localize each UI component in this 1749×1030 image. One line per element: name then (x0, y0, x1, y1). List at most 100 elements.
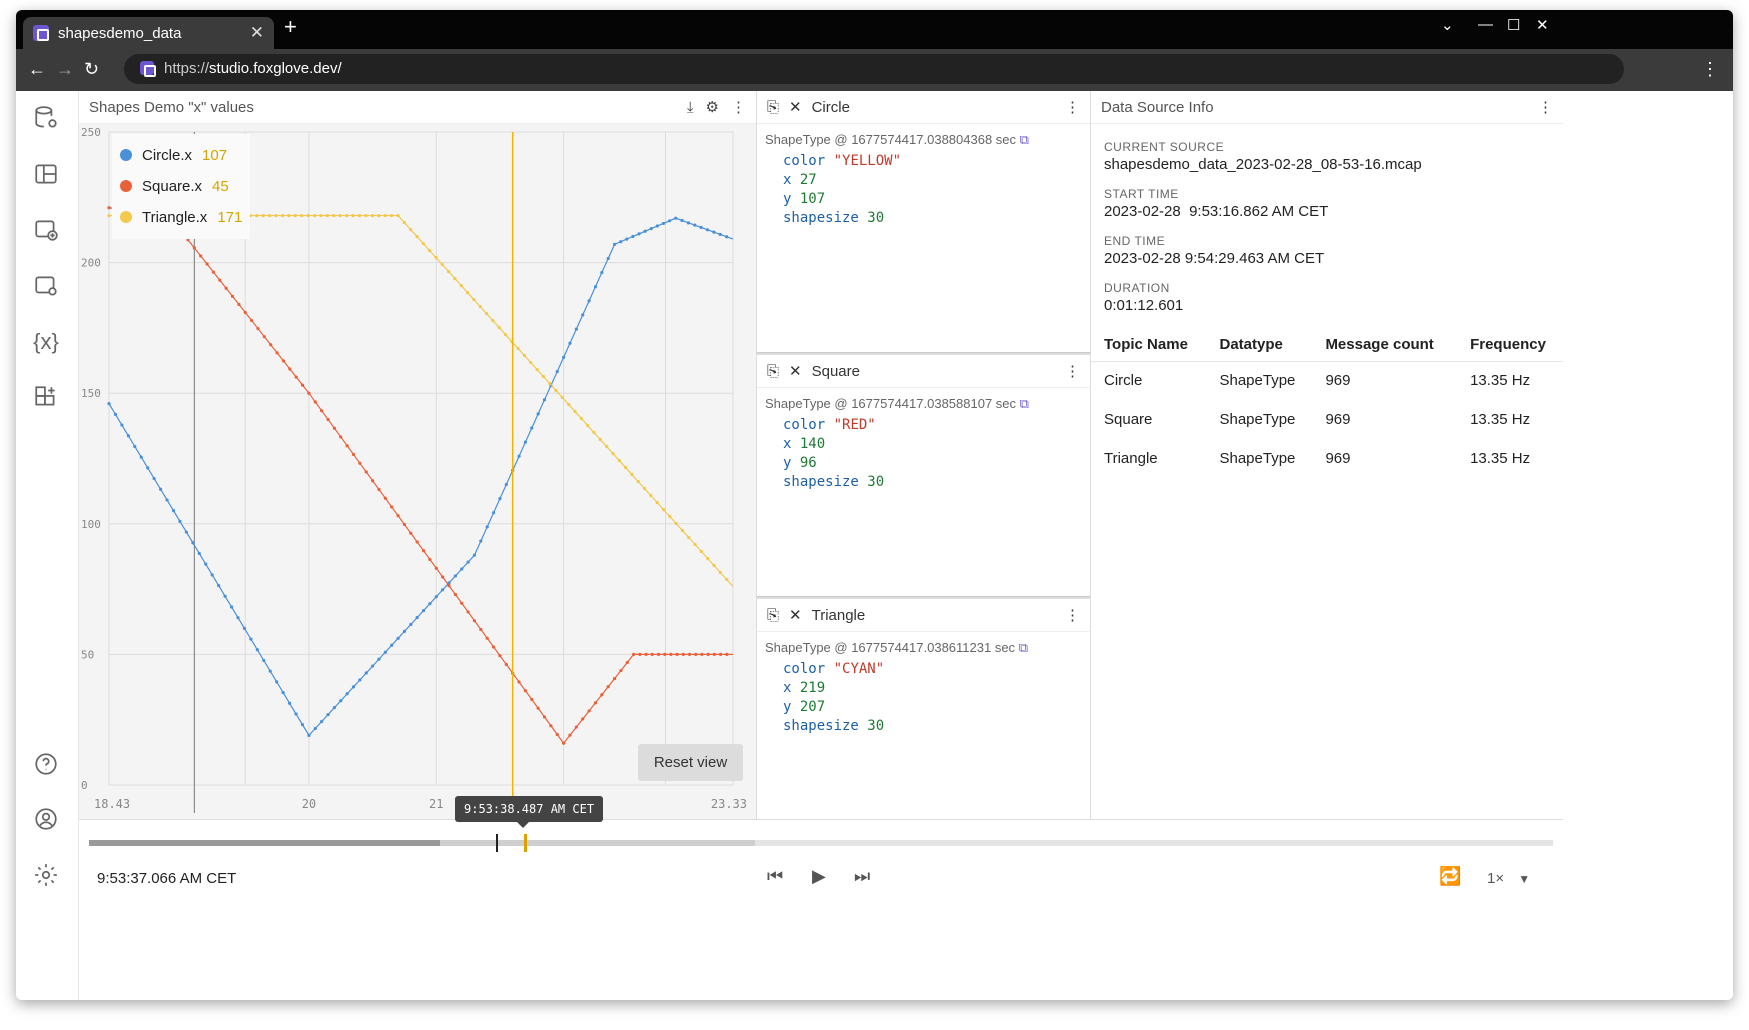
data-point (274, 213, 278, 218)
playhead-marker[interactable] (496, 834, 498, 852)
copy-icon[interactable]: ⎘ (767, 607, 779, 624)
data-point (541, 374, 546, 379)
data-point (491, 645, 496, 649)
seek-backward-icon[interactable]: ⏮ (767, 866, 783, 887)
panel-title: Data Source Info (1101, 98, 1214, 116)
data-point (453, 276, 457, 281)
data-point (262, 658, 266, 663)
data-point (313, 726, 317, 731)
data-point (472, 553, 477, 557)
playback-bar: 9:53:38.487 AM CET 9:53:37.066 AM CET ⏮ … (79, 796, 1563, 1000)
forward-icon[interactable]: → (56, 59, 74, 80)
data-point (498, 497, 502, 501)
legend-item-triangle[interactable]: Triangle.x 171 (120, 202, 242, 233)
panel-menu-icon[interactable]: ⋮ (1065, 606, 1080, 624)
data-point (237, 302, 241, 306)
collapse-icon[interactable]: ✕ (789, 98, 802, 116)
reset-view-button[interactable]: Reset view (638, 744, 743, 781)
topic-name[interactable]: Circle (812, 99, 1055, 116)
url-input[interactable]: https://studio.foxglove.dev/ (124, 54, 1624, 84)
data-point (377, 213, 381, 218)
timeline-scrubber[interactable] (89, 834, 1553, 852)
cell-count: 969 (1325, 372, 1351, 389)
topic-name[interactable]: Triangle (812, 607, 1055, 624)
close-tab-icon[interactable]: ✕ (250, 23, 264, 43)
data-point (669, 652, 673, 657)
data-point (649, 227, 653, 231)
browser-tab[interactable]: shapesdemo_data ✕ (23, 17, 274, 49)
data-point (725, 577, 729, 582)
copy-icon[interactable]: ⧉ (1019, 640, 1028, 655)
copy-icon[interactable]: ⧉ (1020, 396, 1029, 411)
field-value: 30 (867, 210, 885, 226)
data-point (573, 409, 577, 414)
cell-datatype: ShapeType (1219, 372, 1296, 389)
data-point (133, 444, 137, 449)
panel-menu-icon[interactable]: ⋮ (1538, 98, 1553, 116)
topic-name[interactable]: Square (812, 363, 1055, 380)
copy-icon[interactable]: ⧉ (1020, 132, 1029, 147)
data-point (428, 602, 432, 606)
variables-icon[interactable]: {x} (32, 328, 60, 356)
help-icon[interactable] (32, 751, 60, 779)
copy-icon[interactable]: ⎘ (767, 99, 779, 116)
data-point (146, 466, 150, 470)
gear-icon[interactable]: ⚙ (706, 98, 719, 116)
collapse-icon[interactable]: ✕ (789, 362, 802, 380)
reload-icon[interactable]: ↻ (84, 59, 99, 80)
panel-settings-icon[interactable] (32, 273, 60, 301)
data-source-info-panel: Data Source Info ⋮ CURRENT SOURCE shapesd… (1091, 91, 1563, 819)
data-point (643, 229, 647, 233)
loop-icon[interactable]: 🔁 (1439, 866, 1461, 887)
data-point (693, 223, 697, 227)
data-point (339, 435, 343, 439)
copy-icon[interactable]: ⎘ (767, 363, 779, 380)
plot-area[interactable]: 250 200 150 100 50 0 18.43 20 21 23.33 Circle.x 10… (79, 124, 756, 819)
panel-menu-icon[interactable]: ⋮ (731, 98, 746, 116)
data-source-icon[interactable] (32, 105, 60, 133)
data-point (126, 434, 130, 438)
data-point (485, 636, 489, 640)
maximize-icon[interactable]: ☐ (1507, 16, 1520, 34)
settings-gear-icon[interactable] (32, 862, 60, 890)
data-point (472, 297, 476, 302)
chevron-down-icon[interactable]: ⌄ (1441, 16, 1454, 34)
minimize-icon[interactable]: — (1478, 16, 1493, 33)
close-window-icon[interactable]: ✕ (1536, 16, 1549, 34)
data-point (568, 341, 572, 345)
data-point (631, 234, 635, 239)
data-point (478, 304, 482, 309)
data-point (706, 652, 710, 657)
field-value: "RED" (833, 417, 876, 433)
download-icon[interactable]: ⤓ (687, 99, 694, 116)
message-panel-header: ⎘ ✕ Circle ⋮ (757, 91, 1090, 124)
data-point (694, 652, 698, 657)
data-point (338, 213, 342, 218)
data-point (465, 290, 470, 295)
browser-menu-icon[interactable]: ⋮ (1701, 59, 1719, 80)
field-key: y (783, 191, 792, 207)
data-point (402, 629, 407, 633)
account-icon[interactable] (32, 806, 60, 834)
layouts-icon[interactable] (32, 161, 60, 189)
seek-forward-icon[interactable]: ⏭ (854, 866, 870, 887)
new-tab-icon[interactable]: + (284, 14, 297, 40)
data-point (345, 444, 349, 448)
legend-item-circle[interactable]: Circle.x 107 (120, 140, 242, 171)
add-panel-icon[interactable] (32, 217, 60, 245)
data-point (396, 636, 400, 640)
data-point (560, 395, 564, 400)
data-point (229, 605, 234, 609)
panel-menu-icon[interactable]: ⋮ (1065, 98, 1080, 116)
data-point (428, 248, 432, 253)
data-point (441, 575, 445, 579)
back-icon[interactable]: ← (28, 59, 46, 80)
speed-select[interactable]: 1× ▼ (1487, 870, 1530, 887)
extensions-icon[interactable] (32, 384, 60, 412)
collapse-icon[interactable]: ✕ (789, 606, 802, 624)
data-point (383, 496, 387, 500)
panel-menu-icon[interactable]: ⋮ (1065, 362, 1080, 380)
play-icon[interactable]: ▶ (812, 866, 826, 887)
data-point (300, 213, 304, 218)
legend-item-square[interactable]: Square.x 45 (120, 171, 242, 202)
